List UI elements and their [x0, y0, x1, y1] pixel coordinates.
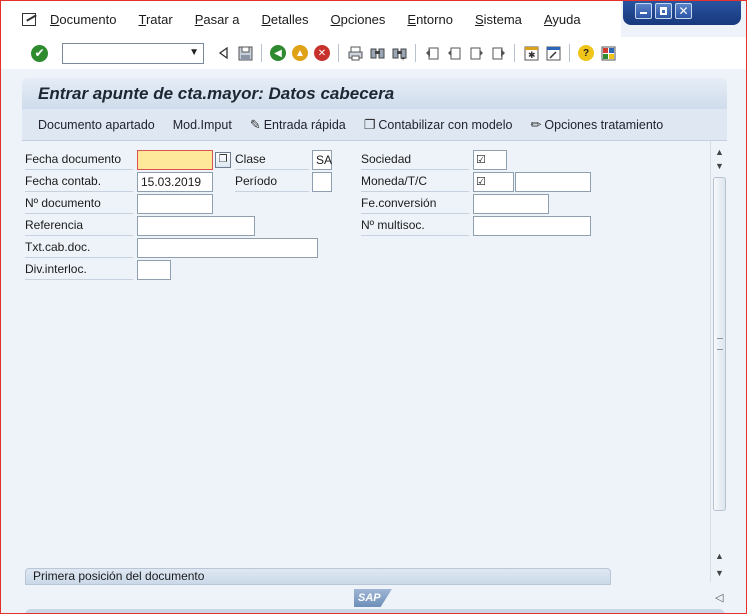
toolbar-separator — [569, 44, 570, 62]
toolbar-separator — [415, 44, 416, 62]
window-controls: ✕ — [623, 1, 741, 25]
next-page-icon[interactable] — [467, 44, 485, 62]
n-documento-input[interactable] — [137, 194, 213, 214]
sap-logo: SAP — [354, 589, 392, 607]
toolbar-separator — [261, 44, 262, 62]
mod-imput-button[interactable]: Mod.Imput — [173, 118, 232, 132]
menu-sistema[interactable]: Sistema — [475, 12, 522, 27]
chevron-down-icon[interactable]: ▼ — [189, 47, 199, 58]
fe-conversion-label: Fe.conversión — [361, 194, 469, 214]
referencia-label: Referencia — [25, 216, 133, 236]
menu-documento[interactable]: Documento — [50, 12, 116, 27]
standard-toolbar: ✔ ▼ ◀ ▲ ✕ + ✱ ? — [1, 37, 746, 69]
moneda-input[interactable]: ☑ — [473, 172, 514, 192]
enter-check-icon[interactable]: ✔ — [31, 44, 48, 62]
copy-icon: ❐ — [363, 116, 376, 132]
minimize-icon[interactable] — [635, 3, 652, 19]
menu-tratar[interactable]: Tratar — [138, 12, 172, 27]
bottom-frame-bar — [25, 609, 725, 613]
n-documento-label: Nº documento — [25, 194, 133, 214]
print-icon[interactable] — [346, 44, 364, 62]
clase-label: Clase — [235, 150, 309, 170]
menu-entorno[interactable]: Entorno — [407, 12, 453, 27]
shortcut-icon[interactable] — [544, 44, 562, 62]
scroll-bottom-icon[interactable]: ▼ — [714, 568, 725, 578]
application-toolbar: Documento apartado Mod.Imput ✎ Entrada r… — [22, 109, 727, 141]
sap-window: Documento Tratar Pasar a Detalles Opcion… — [0, 0, 747, 614]
txt-cab-doc-label: Txt.cab.doc. — [25, 238, 133, 258]
menu-icon[interactable] — [21, 12, 39, 26]
menu-pasar-a[interactable]: Pasar a — [195, 12, 240, 27]
fe-conversion-input[interactable] — [473, 194, 549, 214]
toolbar-separator — [338, 44, 339, 62]
n-multisoc-input[interactable] — [473, 216, 591, 236]
sociedad-input[interactable]: ☑ — [473, 150, 507, 170]
create-session-icon[interactable]: ✱ — [522, 44, 540, 62]
vertical-scrollbar[interactable]: ▲ ▼ ▲ ▼ — [710, 141, 727, 582]
documento-apartado-button[interactable]: Documento apartado — [38, 118, 155, 132]
save-icon[interactable] — [236, 44, 254, 62]
entrada-rapida-button[interactable]: ✎ Entrada rápida — [250, 117, 346, 133]
opciones-tratamiento-button[interactable]: ✏ Opciones tratamiento — [531, 117, 664, 133]
txt-cab-doc-input[interactable] — [137, 238, 318, 258]
last-page-icon[interactable] — [489, 44, 507, 62]
status-message: Primera posición del documento — [33, 569, 205, 583]
div-interloc-label: Div.interloc. — [25, 260, 133, 280]
help-icon[interactable]: ? — [577, 44, 595, 62]
sociedad-label: Sociedad — [361, 150, 469, 170]
collapse-left-icon[interactable] — [214, 44, 232, 62]
scroll-down-icon[interactable]: ▼ — [714, 161, 725, 171]
entrada-rapida-label: Entrada rápida — [263, 117, 346, 132]
calendar-help-icon[interactable]: ❐ — [215, 152, 231, 168]
fecha-documento-input[interactable] — [137, 150, 213, 170]
mod-imput-label: Mod.Imput — [172, 117, 232, 132]
previous-page-icon[interactable] — [445, 44, 463, 62]
customize-layout-icon[interactable] — [599, 44, 617, 62]
moneda-tc-label: Moneda/T/C — [361, 172, 469, 192]
maximize-icon[interactable] — [655, 3, 672, 19]
menubar: Documento Tratar Pasar a Detalles Opcion… — [1, 1, 621, 37]
menu-opciones[interactable]: Opciones — [330, 12, 385, 27]
contabilizar-con-modelo-button[interactable]: ❐ Contabilizar con modelo — [364, 117, 513, 133]
opciones-tratamiento-label: Opciones tratamiento — [544, 117, 664, 132]
cancel-icon[interactable]: ✕ — [313, 44, 331, 62]
referencia-input[interactable] — [137, 216, 255, 236]
tipo-cambio-input[interactable] — [515, 172, 591, 192]
n-multisoc-label: Nº multisoc. — [361, 216, 469, 236]
svg-text:+: + — [401, 56, 405, 61]
scroll-grip-icon — [717, 338, 723, 350]
fecha-contab-label: Fecha contab. — [25, 172, 133, 192]
scroll-top-icon[interactable]: ▲ — [714, 147, 725, 157]
periodo-label: Período — [235, 172, 309, 192]
find-next-icon[interactable]: + — [390, 44, 408, 62]
command-field[interactable]: ▼ — [62, 42, 204, 64]
scroll-thumb[interactable] — [713, 177, 726, 511]
contabilizar-con-modelo-label: Contabilizar con modelo — [378, 117, 513, 132]
header-form: Fecha documento ❐ Fecha contab. 15.03.20… — [22, 141, 710, 565]
fecha-contab-input[interactable]: 15.03.2019 — [137, 172, 213, 192]
clase-input[interactable]: SA — [312, 150, 332, 170]
menu-detalles[interactable]: Detalles — [262, 12, 309, 27]
back-icon[interactable]: ◀ — [269, 44, 287, 62]
documento-apartado-label: Documento apartado — [38, 117, 155, 132]
pencil-icon: ✏ — [530, 116, 542, 132]
fecha-documento-label: Fecha documento — [25, 150, 133, 170]
scroll-up-icon[interactable]: ▲ — [714, 551, 725, 561]
menu-ayuda[interactable]: Ayuda — [544, 12, 581, 27]
first-page-icon[interactable] — [423, 44, 441, 62]
toolbar-separator — [514, 44, 515, 62]
status-collapse-icon[interactable]: ◁ — [715, 591, 723, 604]
exit-icon[interactable]: ▲ — [291, 44, 309, 62]
div-interloc-input[interactable] — [137, 260, 171, 280]
page-title: Entrar apunte de cta.mayor: Datos cabece… — [38, 83, 395, 103]
screen-title-bar: Entrar apunte de cta.mayor: Datos cabece… — [22, 78, 727, 109]
periodo-input[interactable] — [312, 172, 332, 192]
status-bar: Primera posición del documento — [25, 568, 611, 585]
find-icon[interactable] — [368, 44, 386, 62]
close-icon[interactable]: ✕ — [675, 3, 692, 19]
command-input[interactable] — [63, 43, 183, 63]
svg-text:✱: ✱ — [528, 50, 536, 60]
edit-pencil-icon: ✎ — [249, 116, 261, 132]
